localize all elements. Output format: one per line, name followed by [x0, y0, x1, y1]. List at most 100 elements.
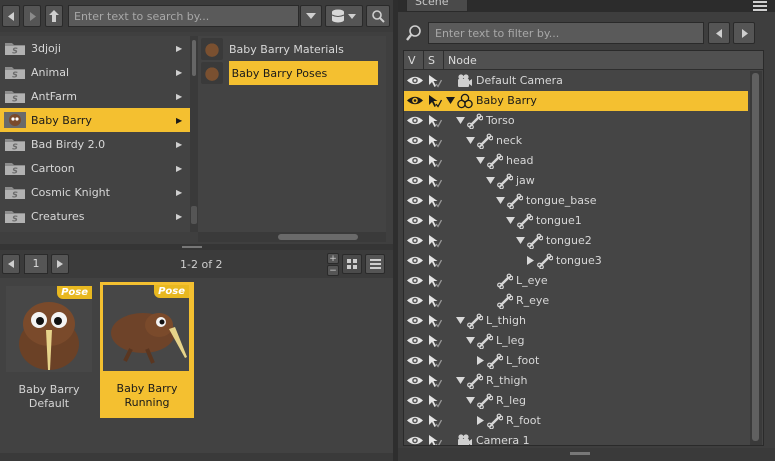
selectable-cursor-icon[interactable] — [428, 114, 442, 128]
expand-open-icon[interactable] — [466, 396, 475, 405]
selectable-cursor-icon[interactable] — [428, 154, 442, 168]
visibility-eye-icon[interactable] — [407, 335, 423, 346]
expand-closed-icon[interactable] — [476, 356, 485, 365]
scene-node-row[interactable]: head — [404, 151, 748, 171]
scene-node-row[interactable]: tongue3 — [404, 251, 748, 271]
visibility-eye-icon[interactable] — [407, 75, 423, 86]
back-button[interactable] — [2, 5, 20, 27]
library-search-input[interactable] — [68, 5, 299, 27]
expand-open-icon[interactable] — [466, 136, 475, 145]
scene-node-row[interactable]: neck — [404, 131, 748, 151]
expand-open-icon[interactable] — [456, 316, 465, 325]
panel-menu-icon[interactable] — [753, 1, 767, 11]
expand-open-icon[interactable] — [476, 156, 485, 165]
visibility-eye-icon[interactable] — [407, 115, 423, 126]
scene-filter-input[interactable] — [428, 22, 704, 44]
scene-node-row[interactable]: L_eye — [404, 271, 748, 291]
zoom-out-button[interactable]: − — [327, 265, 339, 276]
visibility-eye-icon[interactable] — [407, 395, 423, 406]
prev-page-button[interactable] — [2, 254, 20, 274]
scene-node-row[interactable]: L_thigh — [404, 311, 748, 331]
page-number[interactable]: 1 — [24, 254, 48, 274]
expand-open-icon[interactable] — [506, 216, 515, 225]
up-folder-button[interactable] — [45, 5, 63, 27]
visibility-eye-icon[interactable] — [407, 155, 423, 166]
visibility-eye-icon[interactable] — [407, 215, 423, 226]
category-divider[interactable] — [190, 36, 198, 232]
content-item-running[interactable]: Pose Baby Barry Running — [100, 282, 194, 418]
visibility-eye-icon[interactable] — [407, 175, 423, 186]
expand-closed-icon[interactable] — [526, 256, 535, 265]
column-visible[interactable]: V — [404, 51, 424, 70]
list-view-button[interactable] — [365, 254, 385, 274]
expand-open-icon[interactable] — [456, 116, 465, 125]
expand-open-icon[interactable] — [516, 236, 525, 245]
scene-node-row[interactable]: tongue1 — [404, 211, 748, 231]
scene-node-row[interactable]: R_foot — [404, 411, 748, 431]
scene-node-row[interactable]: Baby Barry — [404, 91, 748, 111]
visibility-eye-icon[interactable] — [407, 95, 423, 106]
selectable-cursor-icon[interactable] — [428, 174, 442, 188]
visibility-eye-icon[interactable] — [407, 275, 423, 286]
selectable-cursor-icon[interactable] — [428, 394, 442, 408]
selectable-cursor-icon[interactable] — [428, 334, 442, 348]
scrollbar-thumb[interactable] — [278, 234, 358, 240]
scene-node-row[interactable]: R_thigh — [404, 371, 748, 391]
selectable-cursor-icon[interactable] — [428, 254, 442, 268]
scene-node-row[interactable]: R_leg — [404, 391, 748, 411]
visibility-eye-icon[interactable] — [407, 315, 423, 326]
expand-open-icon[interactable] — [486, 176, 495, 185]
selectable-cursor-icon[interactable] — [428, 434, 442, 446]
scene-node-row[interactable]: Camera 1 — [404, 431, 748, 446]
scene-node-row[interactable]: R_eye — [404, 291, 748, 311]
scene-node-row[interactable]: Default Camera — [404, 71, 748, 91]
scene-node-row[interactable]: tongue_base — [404, 191, 748, 211]
next-page-button[interactable] — [51, 254, 69, 274]
visibility-eye-icon[interactable] — [407, 435, 423, 446]
selectable-cursor-icon[interactable] — [428, 194, 442, 208]
column-node[interactable]: Node — [444, 51, 763, 70]
category-item[interactable]: S Animal ▶ — [0, 60, 190, 84]
scene-bottom-grip[interactable] — [398, 448, 775, 461]
selectable-cursor-icon[interactable] — [428, 314, 442, 328]
forward-button[interactable] — [23, 5, 41, 27]
search-button[interactable] — [366, 5, 390, 27]
scene-forward-button[interactable] — [733, 22, 755, 44]
scene-back-button[interactable] — [708, 22, 730, 44]
selectable-cursor-icon[interactable] — [428, 234, 442, 248]
visibility-eye-icon[interactable] — [407, 415, 423, 426]
scene-node-row[interactable]: Torso — [404, 111, 748, 131]
category-item[interactable]: S Cartoon ▶ — [0, 156, 190, 180]
column-selectable[interactable]: S — [424, 51, 444, 70]
scrollbar-thumb[interactable] — [752, 73, 759, 441]
visibility-eye-icon[interactable] — [407, 135, 423, 146]
visibility-eye-icon[interactable] — [407, 375, 423, 386]
visibility-eye-icon[interactable] — [407, 295, 423, 306]
visibility-eye-icon[interactable] — [407, 235, 423, 246]
library-bottom-grip[interactable] — [0, 453, 393, 461]
expand-open-icon[interactable] — [466, 336, 475, 345]
tree-vertical-scrollbar[interactable] — [750, 71, 762, 445]
category-item[interactable]: Baby Barry ▶ — [0, 108, 190, 132]
visibility-eye-icon[interactable] — [407, 195, 423, 206]
search-dropdown-button[interactable] — [300, 5, 322, 27]
tab-scene[interactable]: Scene — [406, 0, 468, 12]
scene-node-row[interactable]: L_leg — [404, 331, 748, 351]
subcategory-item[interactable]: Baby Barry Poses — [198, 61, 378, 85]
category-item[interactable]: S Creatures ▶ — [0, 204, 190, 228]
zoom-in-button[interactable]: + — [327, 253, 339, 264]
selectable-cursor-icon[interactable] — [428, 414, 442, 428]
expand-open-icon[interactable] — [446, 96, 455, 105]
scene-node-row[interactable]: L_foot — [404, 351, 748, 371]
selectable-cursor-icon[interactable] — [428, 214, 442, 228]
selectable-cursor-icon[interactable] — [428, 274, 442, 288]
scene-node-row[interactable]: tongue2 — [404, 231, 748, 251]
selectable-cursor-icon[interactable] — [428, 74, 442, 88]
selectable-cursor-icon[interactable] — [428, 374, 442, 388]
visibility-eye-icon[interactable] — [407, 255, 423, 266]
category-item[interactable]: S Bad Birdy 2.0 ▶ — [0, 132, 190, 156]
database-menu-button[interactable] — [325, 5, 363, 27]
subcategory-item[interactable]: Baby Barry Materials — [198, 37, 378, 61]
icon-view-button[interactable] — [342, 254, 362, 274]
expand-closed-icon[interactable] — [476, 416, 485, 425]
